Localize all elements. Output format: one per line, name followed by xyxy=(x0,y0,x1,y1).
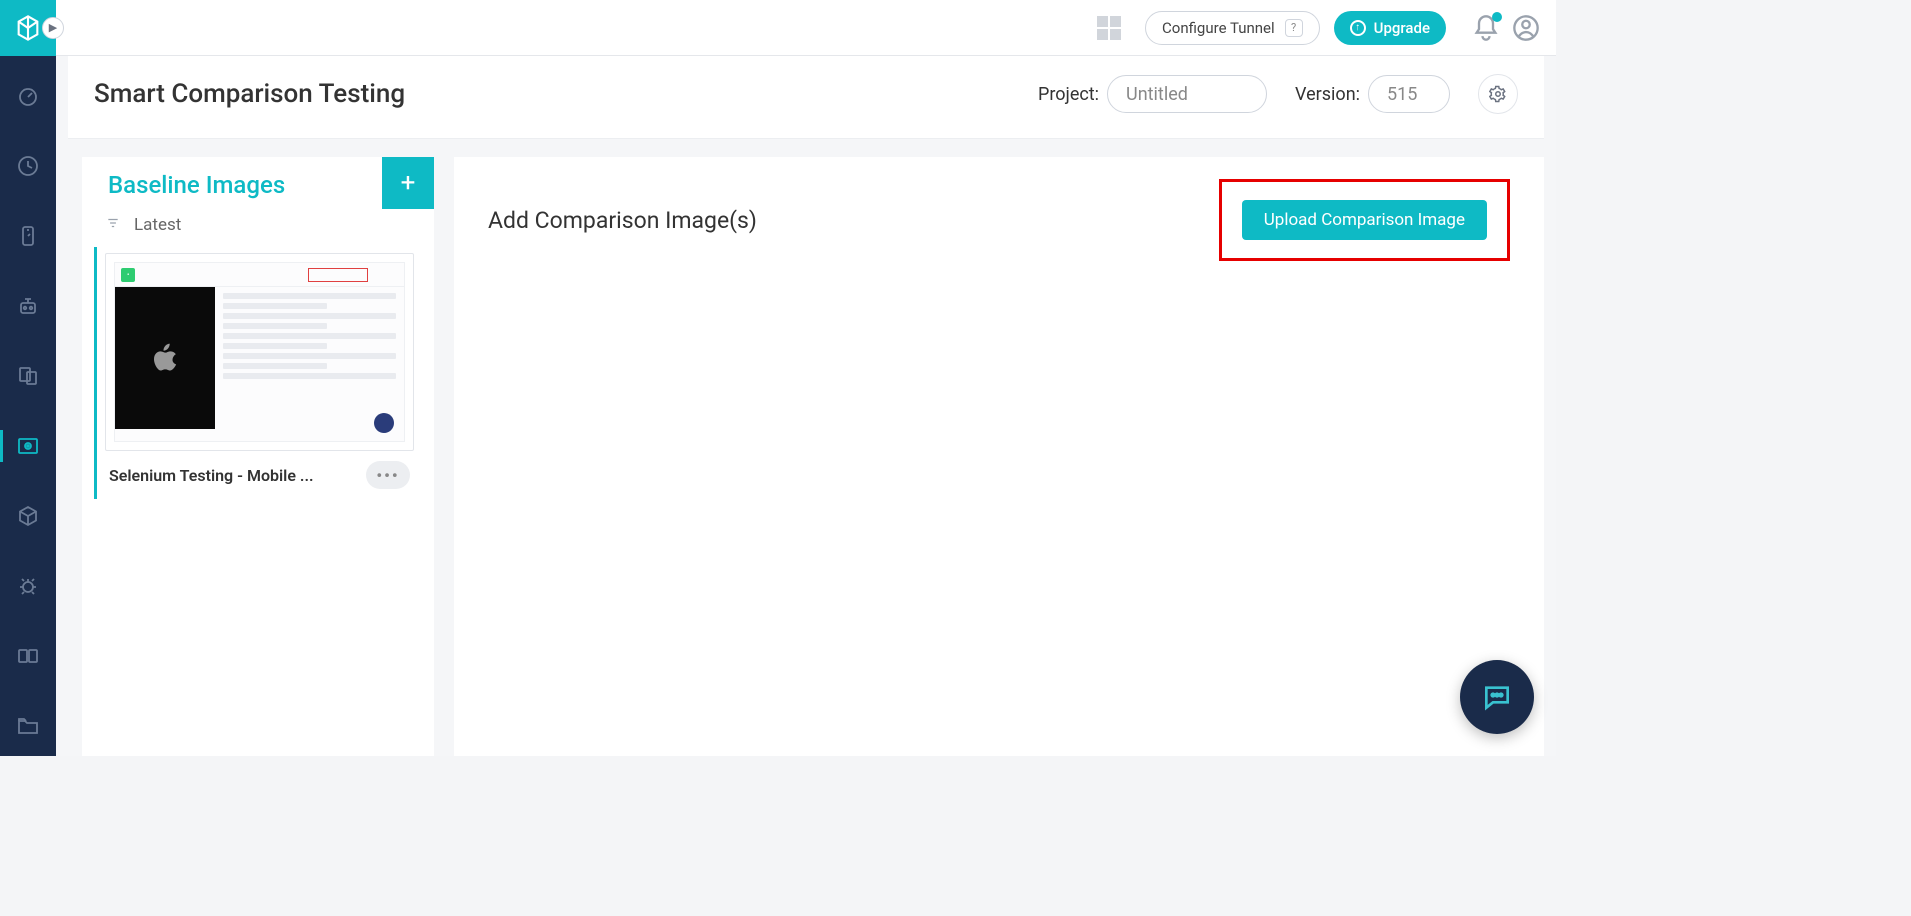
version-label: Version: xyxy=(1295,84,1360,105)
baseline-thumbnail: • xyxy=(105,253,414,451)
page-title: Smart Comparison Testing xyxy=(94,79,405,109)
content-row: Baseline Images + Latest • xyxy=(56,139,1556,756)
upload-comparison-button[interactable]: Upload Comparison Image xyxy=(1242,200,1487,240)
project-select[interactable]: Untitled xyxy=(1107,75,1267,113)
nav-visual-testing-icon[interactable] xyxy=(0,426,56,466)
top-bar: ▶ Configure Tunnel ? ↑ Upgrade xyxy=(0,0,1556,56)
baseline-panel: Baseline Images + Latest • xyxy=(82,157,434,756)
version-field: Version: 515 xyxy=(1295,75,1450,113)
nav-package-icon[interactable] xyxy=(0,496,56,536)
baseline-title: Baseline Images xyxy=(82,157,382,209)
side-nav xyxy=(0,56,56,756)
baseline-filter[interactable]: Latest xyxy=(82,209,434,247)
comparison-panel: Add Comparison Image(s) Upload Compariso… xyxy=(454,157,1544,756)
help-icon[interactable]: ? xyxy=(1285,19,1303,37)
upgrade-button[interactable]: ↑ Upgrade xyxy=(1334,11,1446,45)
upgrade-arrow-icon: ↑ xyxy=(1350,20,1366,36)
project-field: Project: Untitled xyxy=(1038,75,1267,113)
nav-folder-icon[interactable] xyxy=(0,706,56,746)
filter-icon xyxy=(106,216,120,234)
upgrade-label: Upgrade xyxy=(1374,19,1430,37)
version-select[interactable]: 515 xyxy=(1368,75,1450,113)
comparison-title: Add Comparison Image(s) xyxy=(488,207,757,234)
nav-screenshots-icon[interactable] xyxy=(0,356,56,396)
configure-tunnel-button[interactable]: Configure Tunnel ? xyxy=(1145,11,1320,45)
notification-badge xyxy=(1492,12,1502,22)
profile-avatar-icon[interactable] xyxy=(1512,14,1540,42)
nav-dashboard-icon[interactable] xyxy=(0,76,56,116)
baseline-card-name: Selenium Testing - Mobile ... xyxy=(109,466,314,485)
nav-compare-icon[interactable] xyxy=(0,636,56,676)
baseline-card[interactable]: • xyxy=(94,247,422,499)
expand-nav-toggle[interactable]: ▶ xyxy=(42,17,64,39)
filter-label: Latest xyxy=(134,215,181,235)
project-label: Project: xyxy=(1038,84,1099,105)
notifications-bell-icon[interactable] xyxy=(1472,14,1500,42)
upload-highlight-box: Upload Comparison Image xyxy=(1219,179,1510,261)
configure-tunnel-label: Configure Tunnel xyxy=(1162,19,1275,37)
settings-gear-icon[interactable] xyxy=(1478,74,1518,114)
nav-automation-icon[interactable] xyxy=(0,286,56,326)
page-header: Smart Comparison Testing Project: Untitl… xyxy=(68,56,1544,139)
add-baseline-button[interactable]: + xyxy=(382,157,434,209)
chat-fab-icon[interactable] xyxy=(1460,660,1534,734)
nav-device-icon[interactable] xyxy=(0,216,56,256)
nav-history-icon[interactable] xyxy=(0,146,56,186)
apps-grid-icon[interactable] xyxy=(1097,16,1121,40)
baseline-card-more-icon[interactable]: ••• xyxy=(366,461,410,489)
nav-bug-icon[interactable] xyxy=(0,566,56,606)
main-area: Smart Comparison Testing Project: Untitl… xyxy=(56,56,1556,756)
